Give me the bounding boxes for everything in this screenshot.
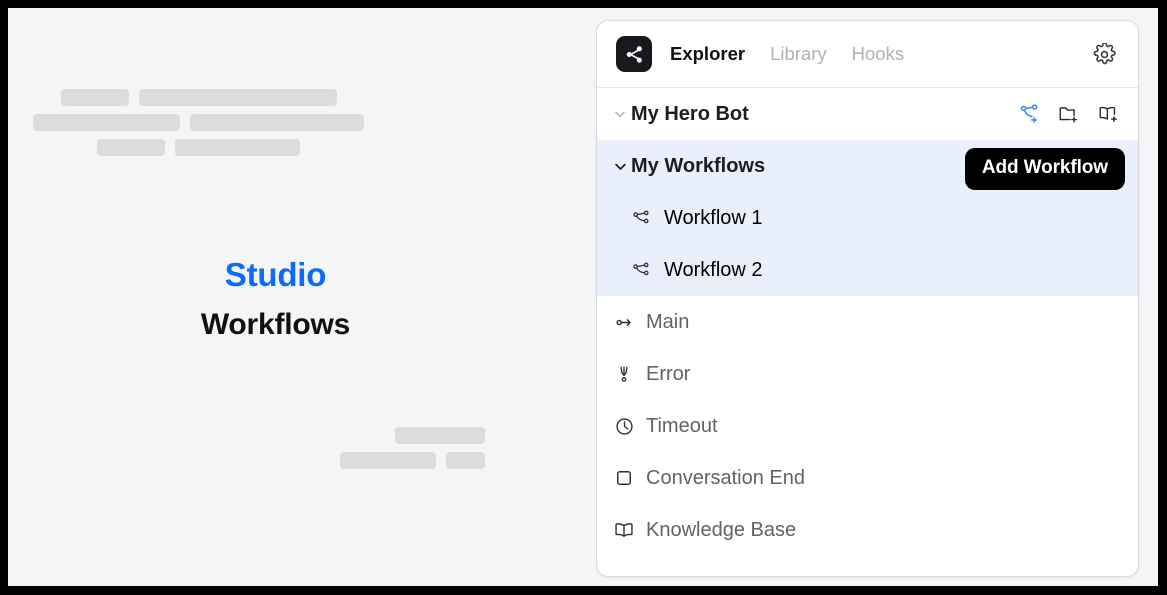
screenshot-frame: Studio Workflows Explorer Library Hooks … (0, 0, 1167, 595)
tree-item-error[interactable]: Error (597, 348, 1138, 400)
tree-item-main[interactable]: Main (597, 296, 1138, 348)
tree-item-label: Workflow 2 (664, 258, 763, 281)
tree-group-my-hero-bot[interactable]: My Hero Bot (597, 88, 1138, 140)
brand-line-workflows: Workflows (200, 308, 351, 341)
tree-item-timeout[interactable]: Timeout (597, 400, 1138, 452)
book-icon (609, 518, 639, 542)
skeleton-bar (60, 89, 129, 106)
tree-item-label: Workflow 1 (664, 206, 763, 229)
tab-library[interactable]: Library (770, 43, 827, 65)
workflow-node-icon (627, 259, 657, 281)
skeleton-bar (190, 114, 364, 131)
skeleton-bar (446, 452, 485, 469)
tooltip-add-workflow: Add Workflow (964, 148, 1125, 190)
tree-item-label: Knowledge Base (646, 518, 797, 541)
exclamation-icon (609, 363, 639, 385)
panel-tabs: Explorer Library Hooks (670, 43, 904, 65)
tree-item-conversation-end[interactable]: Conversation End (597, 452, 1138, 504)
tree-item-knowledge-base[interactable]: Knowledge Base (597, 504, 1138, 556)
square-icon (609, 467, 639, 489)
chevron-down-icon[interactable] (609, 107, 631, 121)
brand-line-studio: Studio (224, 256, 327, 293)
skeleton-bar (175, 139, 300, 156)
panel-header: Explorer Library Hooks (597, 21, 1138, 88)
tree-group-label: My Hero Bot (631, 102, 749, 125)
skeleton-placeholder-top (26, 89, 371, 156)
tree-item-label: Error (646, 362, 691, 385)
skeleton-placeholder-bottom (330, 427, 485, 469)
app-canvas: Studio Workflows Explorer Library Hooks … (8, 8, 1158, 586)
add-knowledge-base-icon[interactable] (1095, 101, 1121, 127)
tree-item-label: Main (646, 310, 690, 333)
workflow-node-icon (627, 207, 657, 229)
skeleton-bar (97, 139, 165, 156)
skeleton-bar (340, 452, 436, 469)
page-title: Studio Workflows (8, 253, 543, 347)
tree-item-label: Timeout (646, 414, 718, 437)
tree-group-label: My Workflows (631, 154, 766, 177)
tab-hooks[interactable]: Hooks (852, 43, 904, 65)
tree-item-label: Conversation End (646, 466, 805, 489)
skeleton-bar (138, 89, 337, 106)
clock-icon (609, 415, 639, 438)
explorer-panel: Explorer Library Hooks Add Workflow My H… (596, 20, 1139, 577)
chevron-down-icon[interactable] (609, 159, 631, 174)
add-folder-icon[interactable] (1056, 101, 1082, 127)
tree-item-workflow-1[interactable]: Workflow 1 (597, 192, 1138, 244)
gear-icon[interactable] (1089, 39, 1119, 69)
add-workflow-icon[interactable] (1017, 101, 1043, 127)
skeleton-bar (395, 427, 485, 444)
start-arrow-icon (609, 311, 639, 334)
skeleton-bar (33, 114, 180, 131)
bot-header-actions (1017, 101, 1138, 127)
tab-explorer[interactable]: Explorer (670, 43, 745, 65)
tree-item-workflow-2[interactable]: Workflow 2 (597, 244, 1138, 296)
share-nodes-icon (616, 36, 652, 72)
